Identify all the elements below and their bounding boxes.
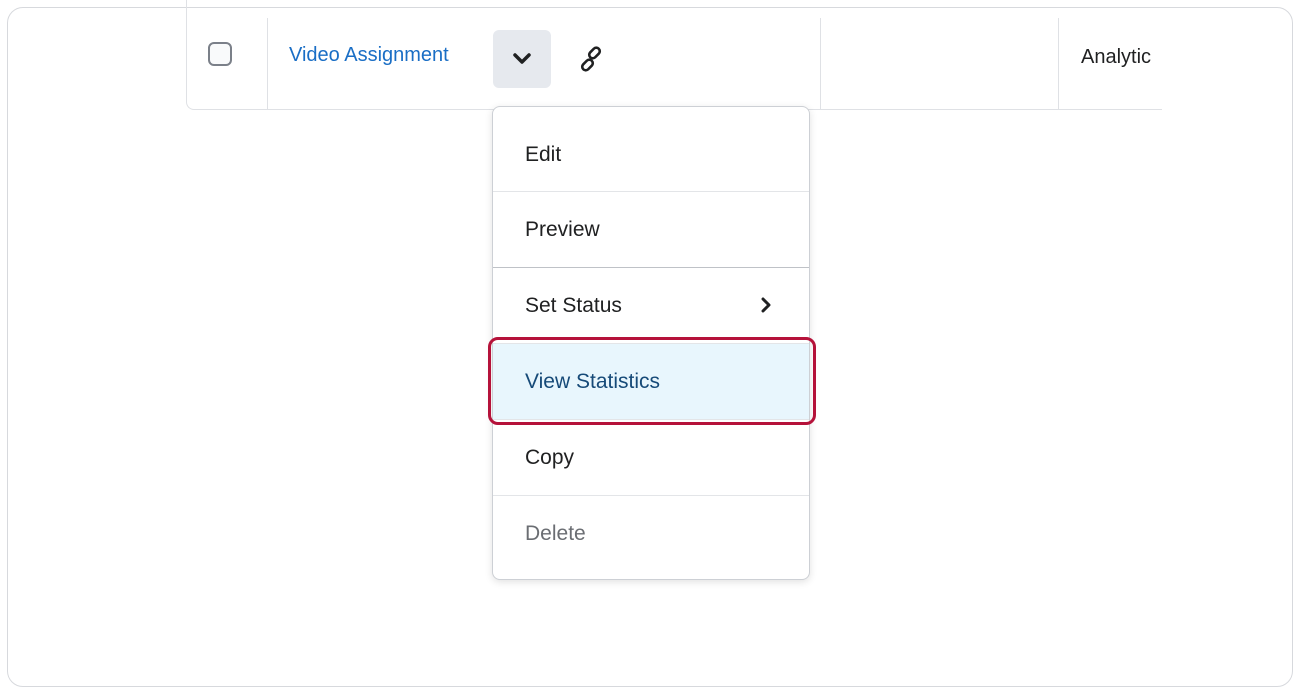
row-select-checkbox[interactable] <box>208 42 232 66</box>
item-title-link[interactable]: Video Assignment <box>289 44 449 67</box>
menu-item-label: Set Status <box>525 293 622 317</box>
column-divider <box>267 18 268 109</box>
menu-item-preview[interactable]: Preview <box>493 192 809 267</box>
item-actions-dropdown-button[interactable] <box>493 30 551 88</box>
menu-item-label: View Statistics <box>525 369 660 393</box>
menu-item-delete[interactable]: Delete <box>493 496 809 571</box>
analytics-column-text: Analytic <box>1081 46 1152 68</box>
menu-item-label: Preview <box>525 217 600 241</box>
chevron-down-icon <box>513 53 531 64</box>
link-icon[interactable] <box>575 43 607 75</box>
menu-item-label: Delete <box>525 521 586 545</box>
item-actions-menu: Edit Preview Set Status View Statistics … <box>492 106 810 580</box>
menu-item-copy[interactable]: Copy <box>493 420 809 495</box>
table-row: Video Assignment Analytic <box>186 0 1162 110</box>
chevron-right-icon <box>761 297 771 313</box>
column-divider <box>820 18 821 109</box>
column-divider <box>1058 18 1059 109</box>
menu-item-view-statistics[interactable]: View Statistics <box>493 344 809 419</box>
menu-item-label: Copy <box>525 445 575 469</box>
menu-item-set-status[interactable]: Set Status <box>493 268 809 343</box>
menu-item-edit[interactable]: Edit <box>493 117 809 192</box>
menu-item-label: Edit <box>525 142 562 166</box>
